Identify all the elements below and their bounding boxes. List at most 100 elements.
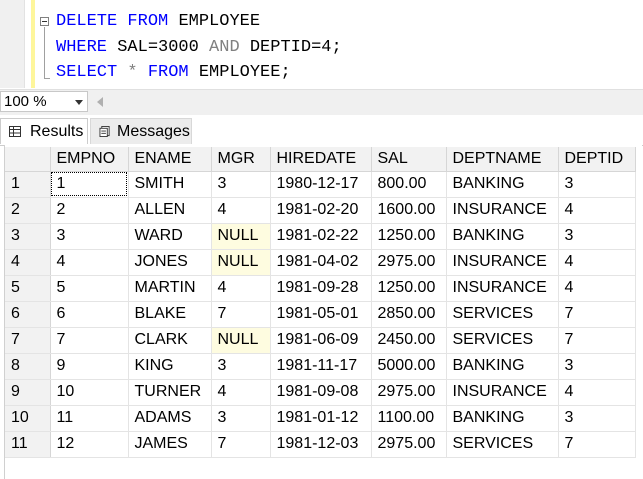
cell-deptname[interactable]: INSURANCE (446, 249, 559, 276)
cell-sal[interactable]: 2450.00 (371, 327, 447, 354)
cell-mgr[interactable]: NULL (211, 249, 271, 276)
row-number[interactable]: 2 (5, 197, 51, 224)
cell-empno[interactable]: 3 (50, 223, 129, 250)
cell-sal[interactable]: 5000.00 (371, 353, 447, 380)
row-number[interactable]: 6 (5, 301, 51, 328)
cell-hiredate[interactable]: 1981-02-22 (270, 223, 372, 250)
code-line-2[interactable]: WHERE SAL=3000 AND DEPTID=4; (56, 37, 342, 59)
cell-mgr[interactable]: 3 (211, 405, 271, 432)
cell-hiredate[interactable]: 1981-12-03 (270, 431, 372, 458)
tab-results[interactable]: Results (0, 118, 88, 144)
collapse-icon[interactable] (40, 17, 49, 26)
column-header-empno[interactable]: EMPNO (50, 147, 129, 172)
cell-ename[interactable]: MARTIN (128, 275, 212, 302)
column-header-mgr[interactable]: MGR (211, 147, 271, 172)
scroll-left-icon[interactable] (97, 97, 103, 107)
cell-mgr[interactable]: 3 (211, 353, 271, 380)
table-row[interactable]: 7 7 CLARK NULL 1981-06-09 2450.00 SERVICES 7 (5, 327, 636, 354)
cell-empno[interactable]: 1 (50, 171, 129, 198)
column-header-sal[interactable]: SAL (371, 147, 447, 172)
cell-hiredate[interactable]: 1980-12-17 (270, 171, 372, 198)
cell-mgr[interactable]: 3 (211, 171, 271, 198)
table-row[interactable]: 8 9 KING 3 1981-11-17 5000.00 BANKING 3 (5, 353, 636, 380)
cell-mgr[interactable]: 7 (211, 301, 271, 328)
cell-empno[interactable]: 7 (50, 327, 129, 354)
cell-deptid[interactable]: 3 (558, 171, 636, 198)
code-line-3[interactable]: SELECT * FROM EMPLOYEE; (56, 62, 291, 84)
cell-ename[interactable]: CLARK (128, 327, 212, 354)
column-header-deptname[interactable]: DEPTNAME (446, 147, 559, 172)
cell-sal[interactable]: 800.00 (371, 171, 447, 198)
row-number[interactable]: 4 (5, 249, 51, 276)
cell-sal[interactable]: 1250.00 (371, 275, 447, 302)
table-row[interactable]: 2 2 ALLEN 4 1981-02-20 1600.00 INSURANCE 4 (5, 197, 636, 224)
cell-deptname[interactable]: INSURANCE (446, 379, 559, 406)
row-number[interactable]: 10 (5, 405, 51, 432)
cell-hiredate[interactable]: 1981-11-17 (270, 353, 372, 380)
row-number[interactable]: 3 (5, 223, 51, 250)
cell-deptid[interactable]: 3 (558, 223, 636, 250)
cell-mgr[interactable]: NULL (211, 327, 271, 354)
cell-ename[interactable]: JAMES (128, 431, 212, 458)
cell-empno[interactable]: 12 (50, 431, 129, 458)
cell-mgr[interactable]: 4 (211, 379, 271, 406)
table-row[interactable]: 3 3 WARD NULL 1981-02-22 1250.00 BANKING 3 (5, 223, 636, 250)
cell-ename[interactable]: WARD (128, 223, 212, 250)
cell-empno[interactable]: 5 (50, 275, 129, 302)
cell-sal[interactable]: 2975.00 (371, 379, 447, 406)
cell-sal[interactable]: 2975.00 (371, 249, 447, 276)
cell-deptname[interactable]: SERVICES (446, 327, 559, 354)
cell-deptid[interactable]: 3 (558, 405, 636, 432)
cell-deptid[interactable]: 3 (558, 353, 636, 380)
cell-empno[interactable]: 4 (50, 249, 129, 276)
cell-empno[interactable]: 2 (50, 197, 129, 224)
cell-ename[interactable]: SMITH (128, 171, 212, 198)
cell-empno[interactable]: 10 (50, 379, 129, 406)
cell-hiredate[interactable]: 1981-09-28 (270, 275, 372, 302)
sql-editor[interactable]: DELETE FROM EMPLOYEE WHERE SAL=3000 AND … (0, 0, 643, 88)
cell-hiredate[interactable]: 1981-01-12 (270, 405, 372, 432)
table-row[interactable]: 1 1 SMITH 3 1980-12-17 800.00 BANKING 3 (5, 171, 636, 198)
cell-hiredate[interactable]: 1981-06-09 (270, 327, 372, 354)
cell-ename[interactable]: JONES (128, 249, 212, 276)
tab-messages[interactable]: Messages (90, 118, 192, 144)
cell-deptid[interactable]: 7 (558, 301, 636, 328)
results-grid[interactable]: EMPNO ENAME MGR HIREDATE SAL DEPTNAME DE… (4, 145, 642, 479)
column-header-deptid[interactable]: DEPTID (558, 147, 636, 172)
row-number[interactable]: 1 (5, 171, 51, 198)
cell-hiredate[interactable]: 1981-02-20 (270, 197, 372, 224)
table-row[interactable]: 5 5 MARTIN 4 1981-09-28 1250.00 INSURANCE 4 (5, 275, 636, 302)
row-number[interactable]: 11 (5, 431, 51, 458)
table-row[interactable]: 4 4 JONES NULL 1981-04-02 2975.00 INSURANCE 4 (5, 249, 636, 276)
row-number[interactable]: 8 (5, 353, 51, 380)
cell-ename[interactable]: BLAKE (128, 301, 212, 328)
cell-deptid[interactable]: 7 (558, 431, 636, 458)
cell-deptid[interactable]: 4 (558, 379, 636, 406)
cell-ename[interactable]: ADAMS (128, 405, 212, 432)
row-number[interactable]: 7 (5, 327, 51, 354)
zoom-dropdown[interactable]: 100 % (0, 91, 88, 112)
cell-deptid[interactable]: 4 (558, 275, 636, 302)
table-row[interactable]: 10 11 ADAMS 3 1981-01-12 1100.00 BANKING 3 (5, 405, 636, 432)
cell-deptname[interactable]: INSURANCE (446, 275, 559, 302)
cell-empno[interactable]: 11 (50, 405, 129, 432)
table-row[interactable]: 9 10 TURNER 4 1981-09-08 2975.00 INSURANCE 4 (5, 379, 636, 406)
cell-deptname[interactable]: BANKING (446, 223, 559, 250)
cell-ename[interactable]: ALLEN (128, 197, 212, 224)
cell-sal[interactable]: 2975.00 (371, 431, 447, 458)
cell-deptname[interactable]: BANKING (446, 353, 559, 380)
row-number[interactable]: 5 (5, 275, 51, 302)
cell-ename[interactable]: TURNER (128, 379, 212, 406)
cell-sal[interactable]: 1100.00 (371, 405, 447, 432)
row-number-header[interactable] (5, 147, 51, 172)
cell-deptid[interactable]: 4 (558, 197, 636, 224)
cell-mgr[interactable]: 4 (211, 197, 271, 224)
cell-deptname[interactable]: BANKING (446, 405, 559, 432)
cell-sal[interactable]: 2850.00 (371, 301, 447, 328)
table-row[interactable]: 11 12 JAMES 7 1981-12-03 2975.00 SERVICES 7 (5, 431, 636, 458)
column-header-hiredate[interactable]: HIREDATE (270, 147, 372, 172)
cell-deptname[interactable]: SERVICES (446, 431, 559, 458)
code-line-1[interactable]: DELETE FROM EMPLOYEE (56, 11, 260, 33)
cell-deptid[interactable]: 7 (558, 327, 636, 354)
cell-mgr[interactable]: 4 (211, 275, 271, 302)
